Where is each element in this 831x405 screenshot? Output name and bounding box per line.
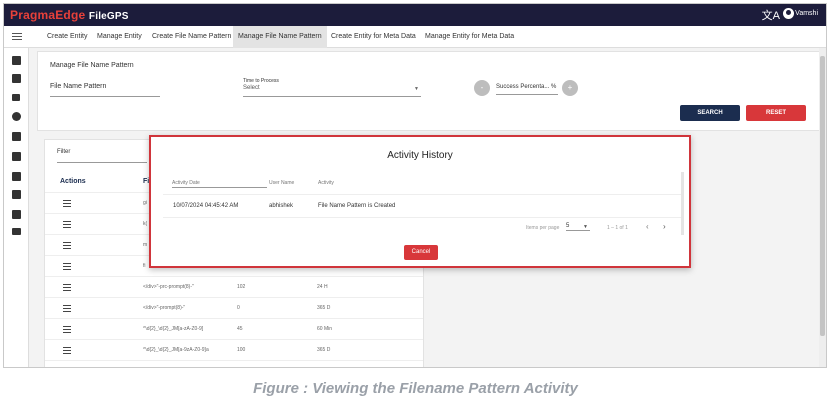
- time-cell: 365 D: [317, 305, 331, 311]
- user-name[interactable]: Vamshi: [795, 10, 818, 17]
- percentage-cell: 0: [237, 305, 240, 311]
- document-icon[interactable]: [12, 132, 21, 141]
- table-filter-input[interactable]: Filter: [57, 149, 147, 163]
- pattern-cell: k(: [143, 221, 148, 227]
- brand-filegps: FileGPS: [88, 11, 129, 22]
- nav-bar: Create Entity Manage Entity Create File …: [4, 26, 826, 48]
- sidebar: [4, 48, 29, 367]
- time-to-process-label: Time to Process: [243, 78, 279, 84]
- bar-chart-icon[interactable]: [12, 94, 20, 101]
- activity-cell: File Name Pattern is Created: [318, 203, 396, 209]
- table-row: [45, 360, 423, 367]
- table-row: </div>"-prc-prompt(8)-" 102 24 H: [45, 276, 423, 297]
- row-menu-icon[interactable]: [63, 326, 71, 335]
- dialog-scrollbar[interactable]: [681, 172, 684, 235]
- activity-date-cell: 10/07/2024 04:45:42 AM: [173, 203, 239, 209]
- panel-title: Manage File Name Pattern: [50, 62, 134, 69]
- increment-button[interactable]: +: [562, 80, 578, 96]
- chevron-left-icon[interactable]: ‹: [646, 222, 649, 231]
- caret-down-icon[interactable]: ▼: [583, 224, 588, 230]
- user-name-header: User Name: [269, 180, 295, 186]
- percentage-cell: 102: [237, 284, 246, 290]
- reset-button[interactable]: RESET: [746, 105, 806, 121]
- user-settings-icon[interactable]: [12, 210, 21, 219]
- account-circle-icon[interactable]: [12, 112, 21, 121]
- tab-create-entity[interactable]: Create Entity: [42, 26, 92, 48]
- top-bar: PragmaEdge FileGPS 文A Vamshi: [4, 4, 826, 26]
- activity-date-header: Activity Date: [172, 180, 200, 186]
- filter-panel: Manage File Name Pattern File Name Patte…: [37, 51, 824, 131]
- page-range-label: 1 – 1 of 1: [607, 225, 628, 231]
- time-cell: 24 H: [317, 284, 328, 290]
- time-to-process-value: Select: [243, 85, 260, 91]
- alert-icon[interactable]: [12, 152, 21, 161]
- figure-caption: Figure : Viewing the Filename Pattern Ac…: [253, 380, 578, 397]
- time-cell: 60 Min: [317, 326, 333, 332]
- files-icon[interactable]: [12, 74, 21, 83]
- pattern-cell: ^\d{2}_\d{2}_JM[a-zA-Z0-9]: [143, 326, 204, 332]
- row-menu-icon[interactable]: [63, 263, 71, 272]
- table-row: </div>"-prompt(8)-" 0 365 D: [45, 297, 423, 318]
- row-menu-icon[interactable]: [63, 347, 71, 356]
- dialog-title: Activity History: [387, 150, 453, 161]
- row-menu-icon[interactable]: [63, 200, 71, 209]
- activity-row: 10/07/2024 04:45:42 AM abhishek File Nam…: [163, 194, 683, 218]
- hamburger-menu-icon[interactable]: [12, 33, 22, 42]
- notification-icon[interactable]: [12, 172, 21, 181]
- translate-icon[interactable]: 文A: [762, 7, 780, 23]
- pattern-cell: ^\d{2}_\d{2}_JM[a-9zA-Z0-9]a: [143, 347, 209, 353]
- cancel-button[interactable]: Cancel: [404, 245, 438, 260]
- tab-manage-entity-meta-data[interactable]: Manage Entity for Meta Data: [420, 26, 519, 48]
- app-logo[interactable]: PragmaEdge FileGPS: [10, 8, 129, 22]
- activity-history-dialog: Activity History Activity Date User Name…: [149, 135, 691, 268]
- table-row: ^\d{2}_\d{2}_JM[a-9zA-Z0-9]a 100 365 D: [45, 339, 423, 360]
- search-button[interactable]: SEARCH: [680, 105, 740, 121]
- success-percentage-input[interactable]: Success Percenta... %: [496, 84, 558, 95]
- caret-down-icon: ▼: [414, 86, 419, 92]
- app-window: PragmaEdge FileGPS 文A Vamshi Create Enti…: [3, 3, 827, 368]
- time-to-process-select[interactable]: Select ▼: [243, 85, 421, 97]
- items-per-page-label: Items per page: [526, 225, 560, 231]
- tab-manage-entity[interactable]: Manage Entity: [92, 26, 147, 48]
- pattern-cell: m: [143, 242, 148, 248]
- chevron-right-icon[interactable]: ›: [663, 222, 666, 231]
- tab-create-entity-meta-data[interactable]: Create Entity for Meta Data: [326, 26, 421, 48]
- brand-pragmaedge: PragmaEdge: [10, 8, 86, 22]
- pattern-cell: </div>"-prc-prompt(8)-": [143, 284, 194, 290]
- dashboard-icon[interactable]: [12, 56, 21, 65]
- row-menu-icon[interactable]: [63, 242, 71, 251]
- row-menu-icon[interactable]: [63, 284, 71, 293]
- percentage-cell: 45: [237, 326, 243, 332]
- settings-box-icon[interactable]: [12, 190, 21, 199]
- percentage-cell: 100: [237, 347, 246, 353]
- user-name-cell: abhishek: [269, 203, 294, 209]
- actions-column-header: Actions: [60, 178, 86, 185]
- account-icon[interactable]: [783, 8, 794, 19]
- row-menu-icon[interactable]: [63, 305, 71, 314]
- activity-header: Activity: [318, 180, 334, 186]
- pattern-cell: gi: [143, 200, 147, 206]
- paginator: Items per page 5 ▼ 1 – 1 of 1 ‹ ›: [163, 219, 683, 235]
- header-divider: [172, 187, 267, 188]
- decrement-button[interactable]: -: [474, 80, 490, 96]
- row-menu-icon[interactable]: [63, 221, 71, 230]
- pattern-cell: fi: [143, 263, 146, 269]
- scrollbar-thumb[interactable]: [820, 56, 825, 336]
- time-cell: 365 D: [317, 347, 331, 353]
- table-row: ^\d{2}_\d{2}_JM[a-zA-Z0-9] 45 60 Min: [45, 318, 423, 339]
- pattern-cell: </div>"-prompt(8)-": [143, 305, 186, 311]
- tab-manage-file-name-pattern[interactable]: Manage File Name Pattern: [233, 26, 327, 48]
- tab-create-file-name-pattern[interactable]: Create File Name Pattern: [147, 26, 236, 48]
- page-scrollbar[interactable]: [819, 48, 826, 367]
- users-group-icon[interactable]: [12, 228, 21, 235]
- file-name-pattern-input[interactable]: File Name Pattern: [50, 83, 160, 97]
